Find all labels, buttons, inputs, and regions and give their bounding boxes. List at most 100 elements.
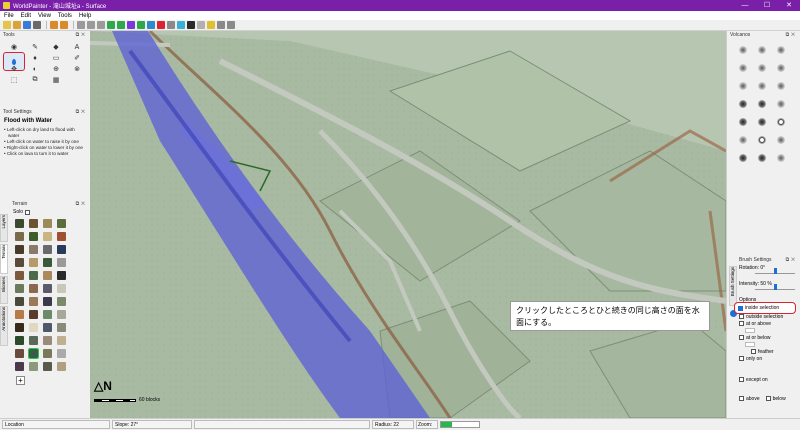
rotation-slider-thumb[interactable] (774, 268, 777, 274)
volcano-brush[interactable] (754, 60, 770, 75)
terrain-swatch[interactable] (57, 284, 66, 293)
terrain-swatch[interactable] (29, 284, 38, 293)
close-button[interactable]: ✕ (778, 0, 800, 11)
at-or-above-input[interactable] (745, 328, 755, 333)
volcano-brush[interactable] (754, 150, 770, 165)
terrain-swatch[interactable] (43, 323, 52, 332)
minimize-button[interactable]: — (734, 0, 756, 11)
terrain-swatch[interactable] (57, 323, 66, 332)
terrain-swatch[interactable] (15, 245, 24, 254)
add-terrain-button[interactable]: + (16, 376, 25, 385)
rotate-icon[interactable] (107, 21, 115, 29)
volcano-brush[interactable] (773, 114, 789, 129)
new-world-icon[interactable] (3, 21, 11, 29)
flood-lava-icon[interactable]: ♦ (25, 53, 45, 63)
terrain-swatch[interactable] (43, 310, 52, 319)
tab-terrain[interactable]: Terrain (0, 244, 8, 274)
volcano-brush[interactable] (735, 114, 751, 129)
at-or-below-input[interactable] (745, 342, 755, 347)
terrain-swatch[interactable] (15, 232, 24, 241)
feather-row[interactable]: feather (739, 348, 799, 355)
rotation-slider[interactable] (755, 268, 795, 274)
volcano-brush[interactable] (735, 132, 751, 147)
panel-controls[interactable]: ⧉✕ (76, 109, 87, 115)
terrain-swatch[interactable] (57, 362, 66, 371)
at-or-below-checkbox[interactable] (739, 335, 744, 340)
terrain-swatch[interactable] (57, 219, 66, 228)
terrain-swatch[interactable] (57, 258, 66, 267)
volcano-brush[interactable] (773, 96, 789, 111)
volcano-brush[interactable] (773, 132, 789, 147)
below-checkbox[interactable] (765, 396, 771, 401)
terrain-swatch[interactable] (43, 284, 52, 293)
terrain-swatch[interactable] (57, 310, 66, 319)
terrain-swatch[interactable] (57, 349, 66, 358)
shift-icon[interactable] (117, 21, 125, 29)
paste-icon[interactable]: ▦ (46, 75, 66, 85)
terrain-swatch[interactable] (15, 362, 24, 371)
terrain-swatch[interactable] (15, 310, 24, 319)
terrain-swatch[interactable] (57, 297, 66, 306)
undo-icon[interactable] (50, 21, 58, 29)
terrain-swatch[interactable] (29, 271, 38, 280)
above-checkbox[interactable] (739, 396, 744, 401)
terrain-swatch[interactable] (15, 349, 24, 358)
volcano-brush[interactable] (735, 42, 751, 57)
text-icon[interactable]: A (67, 42, 87, 52)
open-icon[interactable] (13, 21, 21, 29)
intensity-slider-thumb[interactable] (773, 284, 777, 290)
layers-icon[interactable] (187, 21, 195, 29)
volcano-brush[interactable] (754, 132, 770, 147)
volcano-brush[interactable] (735, 78, 751, 93)
terrain-swatch[interactable] (15, 271, 24, 280)
volcano-brush[interactable] (754, 96, 770, 111)
map-canvas[interactable] (90, 31, 726, 418)
dimension-icon[interactable] (127, 21, 135, 29)
zoom-out-icon[interactable] (97, 21, 105, 29)
biomes-icon[interactable] (197, 21, 205, 29)
globe-icon[interactable]: ⊗ (67, 64, 87, 74)
tab-layers[interactable]: Layers (0, 214, 8, 242)
terrain-swatch[interactable] (15, 284, 24, 293)
selection-icon[interactable]: ⬚ (4, 75, 24, 85)
sponge-icon[interactable]: ✥ (4, 64, 24, 74)
terrain-swatch[interactable] (15, 323, 24, 332)
flatten-icon[interactable]: ⊕ (46, 64, 66, 74)
copy-icon[interactable]: ⧉ (25, 75, 45, 85)
volcano-brush[interactable] (773, 60, 789, 75)
terrain-swatch[interactable] (57, 271, 66, 280)
terrain-swatch[interactable] (29, 323, 38, 332)
at-or-above-checkbox[interactable] (739, 321, 744, 326)
terrain-swatch[interactable] (29, 310, 38, 319)
terrain-swatch[interactable] (57, 336, 66, 345)
terrain-swatch[interactable] (43, 336, 52, 345)
terrain-swatch[interactable] (29, 219, 38, 228)
contours-icon[interactable] (147, 21, 155, 29)
solo-toggle[interactable]: Solo (10, 208, 88, 216)
terrain-swatch[interactable] (15, 297, 24, 306)
panel-controls[interactable]: ⧉✕ (76, 201, 87, 207)
view-distance-icon[interactable] (167, 21, 175, 29)
at-or-above-row[interactable]: at or above (739, 320, 799, 327)
volcano-brush[interactable] (754, 42, 770, 57)
terrain-swatch[interactable] (28, 348, 39, 359)
only-on-row[interactable]: only on (739, 355, 799, 362)
redo-icon[interactable] (60, 21, 68, 29)
terrain-swatch[interactable] (43, 245, 52, 254)
menu-tools[interactable]: Tools (58, 13, 72, 19)
panel-controls[interactable]: ⧉✕ (786, 32, 797, 38)
terrain-swatch[interactable] (15, 336, 24, 345)
volcano-brush[interactable] (754, 114, 770, 129)
menu-file[interactable]: File (4, 13, 14, 19)
except-on-row[interactable]: except on (739, 376, 799, 383)
volcano-brush[interactable] (735, 96, 751, 111)
volcano-brush[interactable] (773, 150, 789, 165)
settings-icon[interactable] (217, 21, 225, 29)
raise-icon[interactable]: ◉ (4, 42, 24, 52)
outside-selection-row[interactable]: outside selection (739, 313, 799, 320)
grid-icon[interactable] (137, 21, 145, 29)
tab-annotations[interactable]: Annotations (0, 306, 8, 346)
volcano-brush[interactable] (773, 78, 789, 93)
solo-checkbox[interactable] (25, 209, 31, 215)
fill-icon[interactable]: ◆ (46, 42, 66, 52)
